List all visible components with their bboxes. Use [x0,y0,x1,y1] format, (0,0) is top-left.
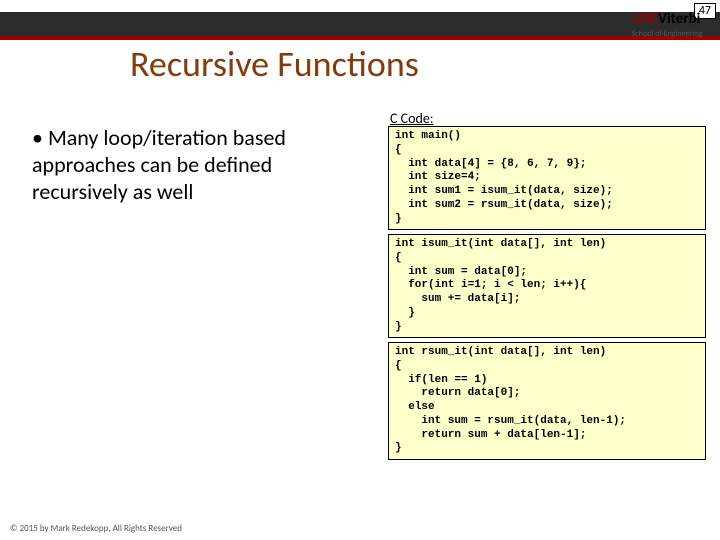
header-dark-bar [0,12,720,36]
logo-viterbi: Viterbi [658,10,700,28]
code-block-main: int main() { int data[4] = {8, 6, 7, 9};… [388,126,706,230]
logo-usc: USC [633,10,658,28]
code-block-isum: int isum_it(int data[], int len) { int s… [388,234,706,338]
copyright-footer: © 2015 by Mark Redekopp, All Rights Rese… [10,523,182,534]
code-label: C Code: [390,110,434,127]
header-red-bar [0,36,720,40]
code-block-rsum: int rsum_it(int data[], int len) { if(le… [388,342,706,460]
logo-subtitle: School of Engineering [632,29,702,39]
bullet-item: Many loop/iteration based approaches can… [32,124,372,205]
bullet-list: Many loop/iteration based approaches can… [32,124,372,205]
slide-title: Recursive Functions [130,42,419,86]
usc-viterbi-logo: USCViterbi School of Engineering [632,10,702,39]
